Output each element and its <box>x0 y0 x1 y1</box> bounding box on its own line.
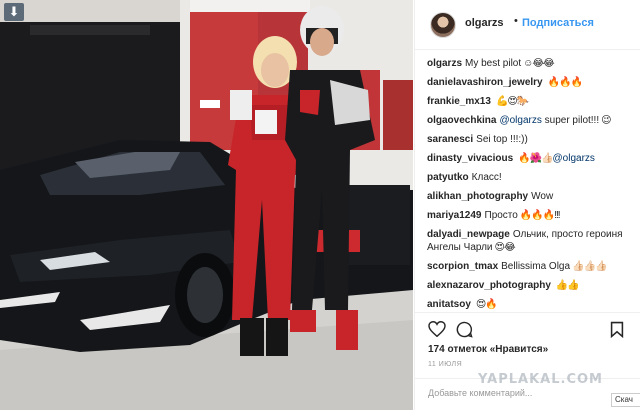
comments-list: olgarzs My best pilot ☺😂😂 danielavashiron_… <box>427 57 633 317</box>
bookmark-icon[interactable] <box>610 321 624 343</box>
comment-item: frankie_mx13 💪😍🐎 <box>427 95 633 108</box>
comment-emoji: 👍🏻👍🏻👍🏻 <box>572 261 607 272</box>
download-button[interactable]: Скач <box>611 393 640 407</box>
header-username[interactable]: olgarzs <box>465 17 504 29</box>
comment-item: dalyadi_newpage Ольчик, просто героиня Ан… <box>427 228 633 254</box>
comment-emoji: 🔥🌺👍🏻 <box>518 153 553 164</box>
comment-emoji: 🔥🔥🔥 <box>547 77 583 88</box>
comment-text: Wow <box>531 191 554 202</box>
comment-item: mariya1249 Просто 🔥🔥🔥!!! <box>427 209 633 222</box>
comment-item: dinasty_vivacious 🔥🌺👍🏻@olgarzs <box>427 152 633 165</box>
comment-text: Bellissima Olga <box>501 261 571 272</box>
comment-item: patyutko Класс! <box>427 171 633 184</box>
comment-text: My best pilot <box>465 58 522 69</box>
header-separator: • <box>514 15 518 27</box>
follow-button[interactable]: Подписаться <box>522 17 594 29</box>
comment-mention[interactable]: @olgarzs <box>553 153 595 164</box>
comment-icon[interactable] <box>456 321 473 343</box>
comment-item: alikhan_photography Wow <box>427 190 633 203</box>
comment-username[interactable]: olgaovechkina <box>427 115 496 126</box>
comment-username[interactable]: danielavashiron_jewelry <box>427 77 543 88</box>
comment-username[interactable]: olgarzs <box>427 58 462 69</box>
likes-count[interactable]: 174 отметок «Нравится» <box>428 344 548 355</box>
avatar[interactable] <box>430 12 456 38</box>
comment-item: olgaovechkina @olgarzs super pilot!!! 😉 <box>427 114 633 127</box>
comment-emoji: 😍😂 <box>494 242 516 253</box>
post-actions-bar <box>415 312 640 344</box>
comment-item: anitatsoy 😍🔥 <box>427 298 633 311</box>
heart-icon[interactable] <box>428 320 446 342</box>
comment-emoji: ☺😂😂 <box>523 58 555 69</box>
comment-emoji: 😍🔥 <box>475 299 498 310</box>
comment-emoji: 👍👍 <box>555 280 580 291</box>
comment-username[interactable]: alexnazarov_photography <box>427 280 551 291</box>
comment-item: olgarzs My best pilot ☺😂😂 <box>427 57 633 70</box>
comment-emoji: 🔥🔥🔥!!! <box>519 210 561 221</box>
comment-username[interactable]: saranesci <box>427 134 473 145</box>
post-date: 11 ИЮЛЯ <box>428 361 463 368</box>
comment-item: scorpion_tmax Bellissima Olga 👍🏻👍🏻👍🏻 <box>427 260 633 273</box>
comment-text: Sei top !!!:)) <box>476 134 528 145</box>
comment-username[interactable]: patyutko <box>427 172 469 183</box>
comment-emoji: 💪😍🐎 <box>495 96 529 107</box>
comment-item: danielavashiron_jewelry 🔥🔥🔥 <box>427 76 633 89</box>
comment-text: Просто <box>484 210 518 221</box>
comment-text: super pilot!!! <box>544 115 600 126</box>
comment-text: Класс! <box>471 172 502 183</box>
comment-username[interactable]: frankie_mx13 <box>427 96 491 107</box>
comment-username[interactable]: anitatsoy <box>427 299 471 310</box>
download-icon[interactable]: ⬇ <box>4 3 24 21</box>
race-photo-illustration <box>0 0 413 410</box>
comment-username[interactable]: mariya1249 <box>427 210 482 221</box>
comment-item: saranesci Sei top !!!:)) <box>427 133 633 146</box>
add-comment-input[interactable] <box>428 386 618 400</box>
post-photo: ⬇ <box>0 0 413 410</box>
comment-emoji: 😉 <box>601 115 611 126</box>
watermark: YAPLAKAL.COM <box>478 372 603 387</box>
comment-username[interactable]: scorpion_tmax <box>427 261 498 272</box>
comment-item: alexnazarov_photography 👍👍 <box>427 279 633 292</box>
post-header: olgarzs • Подписаться <box>415 0 640 50</box>
comment-mention[interactable]: @olgarzs <box>499 115 541 126</box>
post-side-panel: olgarzs • Подписаться olgarzs My best pil… <box>414 0 640 410</box>
comment-username[interactable]: alikhan_photography <box>427 191 528 202</box>
comment-username[interactable]: dalyadi_newpage <box>427 229 510 240</box>
comment-username[interactable]: dinasty_vivacious <box>427 153 513 164</box>
